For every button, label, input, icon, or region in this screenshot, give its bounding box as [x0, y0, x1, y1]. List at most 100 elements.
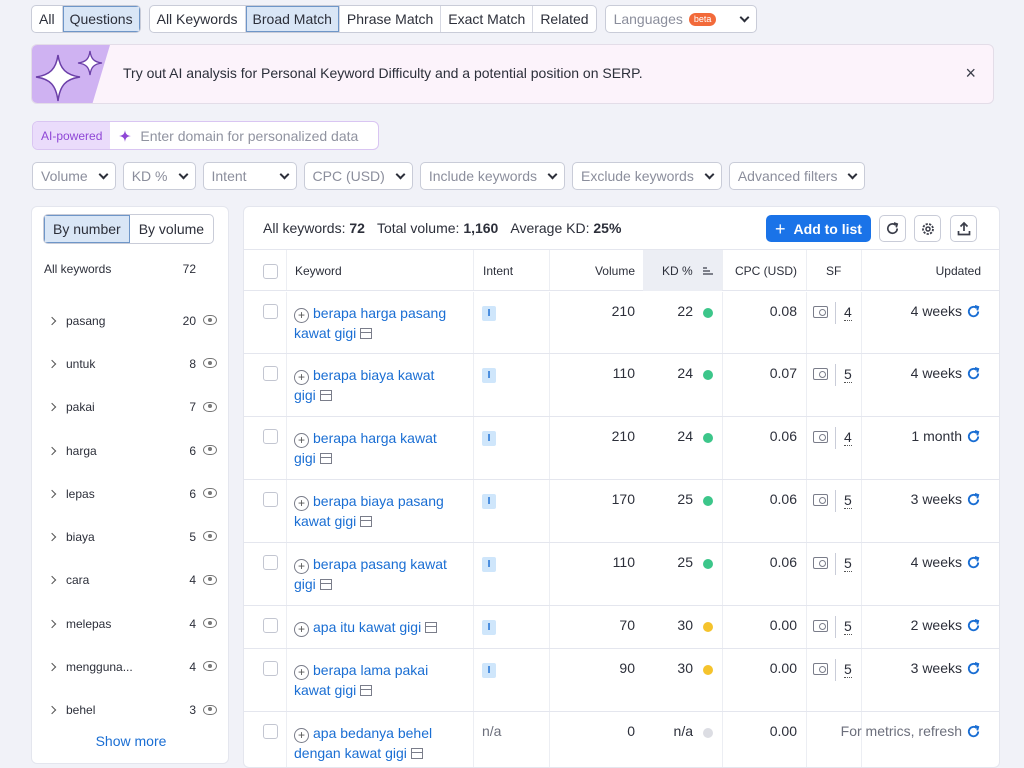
eye-icon[interactable] — [203, 488, 217, 499]
filter-advanced[interactable]: Advanced filters — [728, 162, 866, 190]
keyword-link[interactable]: berapa biaya kawat gigi — [294, 367, 434, 403]
eye-icon[interactable] — [203, 315, 217, 325]
eye-icon[interactable] — [203, 444, 217, 455]
serp-features-count[interactable]: 4 — [844, 304, 852, 321]
refresh-button[interactable] — [879, 215, 906, 242]
group-item[interactable]: cara 4 — [32, 559, 230, 602]
serp-features-count[interactable]: 5 — [844, 555, 852, 572]
header-cpc[interactable]: CPC (USD) — [735, 264, 797, 278]
serp-features-count[interactable]: 5 — [844, 661, 852, 678]
serp-features-count[interactable]: 4 — [844, 429, 852, 446]
settings-button[interactable] — [914, 215, 941, 242]
refresh-icon[interactable] — [966, 492, 981, 507]
refresh-icon[interactable] — [966, 724, 981, 739]
refresh-icon[interactable] — [966, 429, 981, 444]
add-keyword-icon[interactable]: + — [294, 496, 309, 511]
eye-icon[interactable] — [203, 618, 217, 629]
add-keyword-icon[interactable]: + — [294, 622, 309, 637]
group-item[interactable]: harga 6 — [32, 429, 230, 472]
filter-volume[interactable]: Volume — [32, 162, 116, 190]
refresh-icon[interactable] — [966, 555, 981, 570]
eye-icon[interactable] — [203, 661, 217, 672]
serp-snapshot-icon[interactable] — [319, 579, 332, 590]
serp-snapshot-icon[interactable] — [360, 516, 373, 527]
group-item[interactable]: mengguna... 4 — [32, 645, 230, 688]
group-item[interactable]: melepas 4 — [32, 602, 230, 645]
eye-icon[interactable] — [203, 401, 217, 412]
add-keyword-icon[interactable]: + — [294, 559, 309, 574]
serp-snapshot-icon[interactable] — [360, 685, 373, 696]
add-keyword-icon[interactable]: + — [294, 433, 309, 448]
row-checkbox[interactable] — [263, 366, 278, 381]
serp-features-icon[interactable] — [813, 494, 828, 506]
add-to-list-button[interactable]: + Add to list — [766, 215, 871, 242]
close-icon[interactable]: × — [965, 63, 976, 83]
refresh-icon[interactable] — [966, 366, 981, 381]
tab-exact-match[interactable]: Exact Match — [441, 6, 534, 32]
tab-phrase-match[interactable]: Phrase Match — [340, 6, 442, 32]
refresh-icon[interactable] — [966, 304, 981, 319]
header-keyword[interactable]: Keyword — [295, 264, 342, 278]
languages-select[interactable]: Languages beta — [606, 6, 756, 32]
all-keywords-row[interactable]: All keywords 72 — [44, 262, 196, 276]
row-checkbox[interactable] — [263, 555, 278, 570]
serp-features-icon[interactable] — [813, 306, 828, 318]
serp-snapshot-icon[interactable] — [410, 748, 423, 759]
row-checkbox[interactable] — [263, 492, 278, 507]
banner-link-ai-analysis[interactable]: AI analysis — [169, 65, 237, 81]
tab-broad-match[interactable]: Broad Match — [245, 6, 340, 32]
filter-kd[interactable]: KD % — [122, 162, 196, 190]
eye-icon[interactable] — [203, 704, 217, 715]
header-updated[interactable]: Updated — [936, 264, 981, 278]
group-item[interactable]: behel 3 — [32, 689, 230, 732]
tab-questions[interactable]: Questions — [62, 6, 140, 32]
serp-snapshot-icon[interactable] — [425, 622, 438, 633]
header-volume[interactable]: Volume — [595, 264, 635, 278]
row-checkbox[interactable] — [263, 618, 278, 633]
serp-features-icon[interactable] — [813, 557, 828, 569]
refresh-icon[interactable] — [966, 661, 981, 676]
serp-features-icon[interactable] — [813, 620, 828, 632]
serp-snapshot-icon[interactable] — [319, 390, 332, 401]
group-item[interactable]: biaya 5 — [32, 515, 230, 558]
filter-cpc[interactable]: CPC (USD) — [303, 162, 413, 190]
row-checkbox[interactable] — [263, 429, 278, 444]
tab-all-keywords[interactable]: All Keywords — [150, 6, 246, 32]
group-item[interactable]: untuk 8 — [32, 342, 230, 385]
add-keyword-icon[interactable]: + — [294, 308, 309, 323]
eye-icon[interactable] — [203, 531, 217, 542]
add-keyword-icon[interactable]: + — [294, 728, 309, 743]
serp-snapshot-icon[interactable] — [319, 453, 332, 464]
by-volume-button[interactable]: By volume — [130, 215, 213, 243]
eye-icon[interactable] — [203, 574, 217, 585]
export-button[interactable] — [950, 215, 977, 242]
tab-related[interactable]: Related — [533, 6, 595, 32]
eye-icon[interactable] — [203, 358, 217, 369]
select-all-checkbox[interactable] — [263, 264, 278, 279]
add-keyword-icon[interactable]: + — [294, 370, 309, 385]
serp-snapshot-icon[interactable] — [360, 328, 373, 339]
filter-intent[interactable]: Intent — [202, 162, 297, 190]
show-more-link[interactable]: Show more — [32, 733, 230, 749]
header-kd[interactable]: KD % — [662, 264, 714, 278]
add-keyword-icon[interactable]: + — [294, 665, 309, 680]
serp-features-count[interactable]: 5 — [844, 492, 852, 509]
keyword-link[interactable]: apa itu kawat gigi — [313, 619, 421, 635]
tab-all[interactable]: All — [32, 6, 63, 32]
group-item[interactable]: lepas 6 — [32, 472, 230, 515]
serp-features-icon[interactable] — [813, 431, 828, 443]
serp-features-count[interactable]: 5 — [844, 366, 852, 383]
keyword-link[interactable]: berapa pasang kawat gigi — [294, 556, 447, 592]
group-item[interactable]: pasang 20 — [32, 299, 230, 342]
serp-features-icon[interactable] — [813, 368, 828, 380]
keyword-link[interactable]: berapa harga kawat gigi — [294, 430, 437, 466]
group-item[interactable]: pakai 7 — [32, 386, 230, 429]
header-intent[interactable]: Intent — [483, 264, 513, 278]
serp-features-icon[interactable] — [813, 663, 828, 675]
row-checkbox[interactable] — [263, 661, 278, 676]
serp-features-count[interactable]: 5 — [844, 618, 852, 635]
refresh-icon[interactable] — [966, 618, 981, 633]
domain-input[interactable]: Enter domain for personalized data — [110, 122, 378, 149]
filter-exclude-keywords[interactable]: Exclude keywords — [572, 162, 722, 190]
row-checkbox[interactable] — [263, 304, 278, 319]
